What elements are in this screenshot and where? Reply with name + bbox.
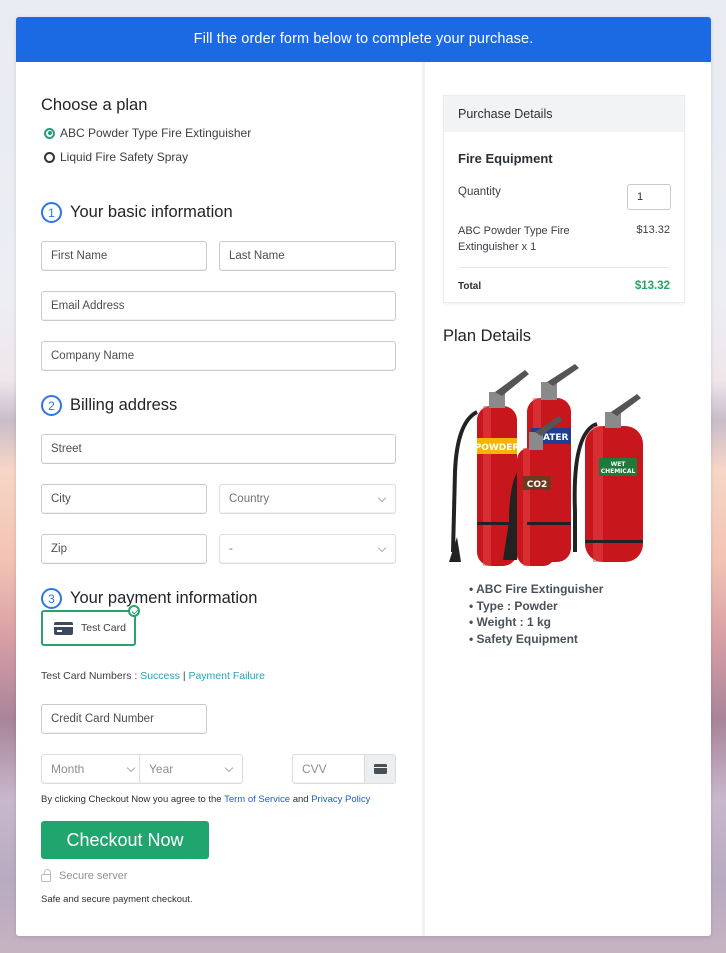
line-item-name: ABC Powder Type Fire Extinguisher x 1 xyxy=(458,225,570,253)
privacy-policy-link[interactable]: Privacy Policy xyxy=(311,794,370,805)
radio-unselected-icon[interactable] xyxy=(44,151,55,163)
checkout-now-button[interactable]: Checkout Now xyxy=(41,821,209,859)
cvv-card-button[interactable] xyxy=(364,755,395,783)
line-item-price: $13.32 xyxy=(636,224,670,236)
checkout-card: Fill the order form below to complete yo… xyxy=(16,17,711,936)
credit-card-icon xyxy=(373,764,387,774)
summary-divider xyxy=(458,267,670,268)
street-placeholder: Street xyxy=(51,443,82,455)
top-banner: Fill the order form below to complete yo… xyxy=(16,17,711,62)
first-name-placeholder: First Name xyxy=(51,250,108,262)
plan-option-label: ABC Powder Type Fire Extinguisher xyxy=(60,126,252,140)
plan-features-list: ABC Fire Extinguisher Type : Powder Weig… xyxy=(469,581,603,647)
plan-feature-item: Weight : 1 kg xyxy=(469,614,603,631)
credit-card-icon xyxy=(54,621,73,635)
section-title: Your payment information xyxy=(70,589,258,607)
chevron-down-icon xyxy=(224,763,234,773)
link-separator: | xyxy=(182,670,186,682)
last-name-input[interactable]: Last Name xyxy=(219,241,396,271)
plan-feature-item: Safety Equipment xyxy=(469,631,603,648)
success-link[interactable]: Success xyxy=(140,670,180,682)
svg-text:CHEMICAL: CHEMICAL xyxy=(601,468,636,475)
test-card-numbers: Test Card Numbers : Success | Payment Fa… xyxy=(41,670,265,682)
country-select-value: Country xyxy=(229,493,270,505)
chevron-down-icon xyxy=(377,543,387,553)
svg-text:WET: WET xyxy=(611,461,627,468)
country-select[interactable]: Country xyxy=(219,484,396,514)
plan-feature-item: ABC Fire Extinguisher xyxy=(469,581,603,598)
total-value: $13.32 xyxy=(634,280,670,292)
fire-extinguishers-image: POWDER WATER WET CHEMICAL CO2 xyxy=(449,364,643,566)
plan-details-heading: Plan Details xyxy=(443,327,532,345)
radio-selected-icon[interactable] xyxy=(44,127,55,139)
section-title: Your basic information xyxy=(70,203,233,221)
email-input[interactable]: Email Address xyxy=(41,291,396,321)
section-basic-info: 1 Your basic information xyxy=(41,202,233,223)
payment-method-test-card[interactable]: Test Card xyxy=(41,605,140,646)
street-input[interactable]: Street xyxy=(41,434,396,464)
company-input[interactable]: Company Name xyxy=(41,341,396,371)
quantity-label: Quantity xyxy=(458,186,501,198)
safe-checkout-text: Safe and secure payment checkout. xyxy=(41,894,193,905)
credit-card-number-input[interactable]: Credit Card Number xyxy=(41,704,207,734)
plan-feature-item: Type : Powder xyxy=(469,598,603,615)
year-select-value: Year xyxy=(149,762,174,776)
terms-prefix: By clicking Checkout Now you agree to th… xyxy=(41,794,222,805)
check-circle-icon xyxy=(128,605,140,617)
payment-failure-link[interactable]: Payment Failure xyxy=(188,670,264,682)
year-select[interactable]: Year xyxy=(139,754,243,784)
month-select[interactable]: Month xyxy=(41,754,145,784)
city-input[interactable]: City xyxy=(41,484,207,514)
chevron-down-icon xyxy=(126,763,136,773)
email-placeholder: Email Address xyxy=(51,300,125,312)
total-label: Total xyxy=(458,281,482,292)
company-placeholder: Company Name xyxy=(51,350,135,362)
payment-method-label: Test Card xyxy=(81,622,126,634)
plan-option-liquid-spray[interactable]: Liquid Fire Safety Spray xyxy=(44,150,188,164)
last-name-placeholder: Last Name xyxy=(229,250,285,262)
terms-of-service-link[interactable]: Term of Service xyxy=(224,794,290,805)
purchase-details-header: Purchase Details xyxy=(444,96,684,132)
secure-server: Secure server xyxy=(41,869,127,882)
choose-plan-heading: Choose a plan xyxy=(41,96,148,114)
order-form: Choose a plan ABC Powder Type Fire Extin… xyxy=(16,62,422,936)
image-label-co2: CO2 xyxy=(527,480,548,490)
secure-server-label: Secure server xyxy=(59,869,128,882)
cvv-placeholder: CVV xyxy=(302,762,327,776)
step-number-icon: 2 xyxy=(41,395,62,416)
section-billing: 2 Billing address xyxy=(41,395,177,416)
month-select-value: Month xyxy=(51,762,85,776)
city-placeholder: City xyxy=(51,493,71,505)
image-label-powder: POWDER xyxy=(475,443,520,453)
quantity-input[interactable]: 1 xyxy=(627,184,671,210)
state-select[interactable]: - xyxy=(219,534,396,564)
card-number-placeholder: Credit Card Number xyxy=(51,713,154,725)
extinguisher-wet-chemical: WET CHEMICAL xyxy=(572,394,643,562)
step-number-icon: 1 xyxy=(41,202,62,223)
plan-option-label: Liquid Fire Safety Spray xyxy=(60,150,189,164)
chevron-down-icon xyxy=(377,493,387,503)
terms-text: By clicking Checkout Now you agree to th… xyxy=(41,794,370,805)
cvv-input[interactable]: CVV xyxy=(292,754,396,784)
product-title: Fire Equipment xyxy=(458,151,553,166)
test-card-numbers-label: Test Card Numbers : xyxy=(41,670,138,682)
purchase-details-box: Purchase Details Fire Equipment Quantity… xyxy=(443,95,685,303)
step-number-icon: 3 xyxy=(41,588,62,609)
state-select-value: - xyxy=(229,543,233,555)
zip-placeholder: Zip xyxy=(51,543,67,555)
section-title: Billing address xyxy=(70,396,178,414)
plan-option-abc-powder[interactable]: ABC Powder Type Fire Extinguisher xyxy=(44,126,251,140)
lock-icon xyxy=(41,869,51,882)
first-name-input[interactable]: First Name xyxy=(41,241,207,271)
section-payment: 3 Your payment information xyxy=(41,588,257,609)
order-summary: Purchase Details Fire Equipment Quantity… xyxy=(425,62,711,936)
zip-input[interactable]: Zip xyxy=(41,534,207,564)
terms-and: and xyxy=(292,794,309,805)
